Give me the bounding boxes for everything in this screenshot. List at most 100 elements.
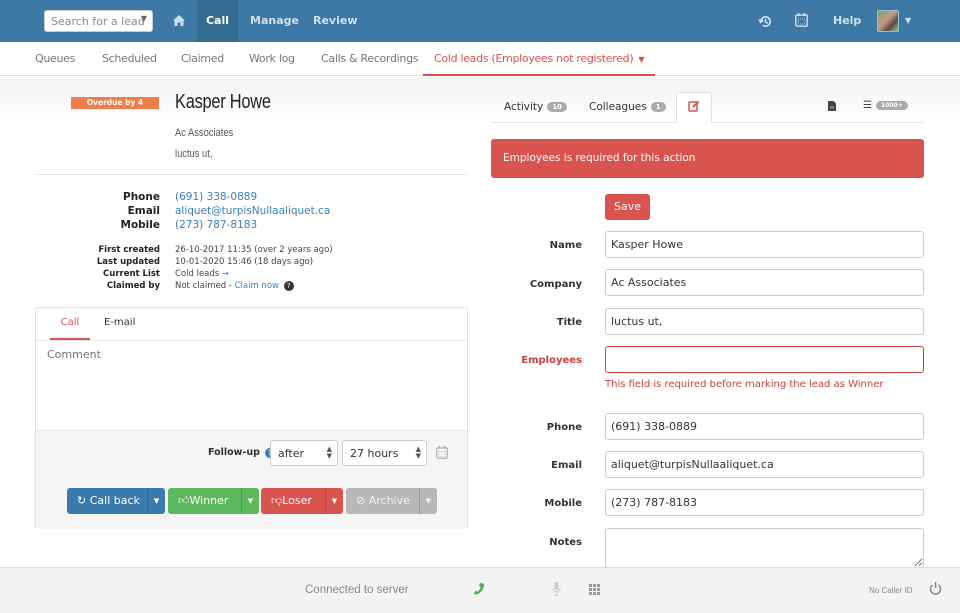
- loser-button-group: 👎︎Loser ▼: [261, 488, 343, 514]
- callback-button-group: ↻ Call back ▼: [67, 488, 165, 514]
- subnav-scheduled[interactable]: Scheduled: [102, 42, 157, 76]
- mic-button[interactable]: [552, 582, 561, 599]
- phone-link[interactable]: (691) 338-0889: [175, 191, 257, 203]
- mobile-link[interactable]: (273) 787-8183: [175, 219, 257, 231]
- connection-status: Connected to server: [305, 584, 409, 596]
- email-field-label: Email: [551, 460, 582, 471]
- nav-home[interactable]: [166, 0, 192, 42]
- loser-dropdown[interactable]: ▼: [325, 488, 343, 514]
- subnav-work-log[interactable]: Work log: [249, 42, 295, 76]
- tab-colleagues[interactable]: Colleagues 1: [589, 101, 666, 113]
- power-button[interactable]: [929, 582, 942, 598]
- arrow-right-icon[interactable]: →: [222, 269, 229, 279]
- notes-textarea[interactable]: [605, 528, 924, 568]
- employees-input[interactable]: [605, 346, 924, 373]
- history-button[interactable]: [758, 0, 773, 42]
- employees-error-text: This field is required before marking th…: [605, 379, 884, 390]
- name-input[interactable]: [605, 231, 924, 258]
- notes-label: Notes: [549, 537, 582, 548]
- winner-button[interactable]: 👍︎Winner: [168, 488, 241, 514]
- email-input[interactable]: [605, 451, 924, 478]
- tab-email[interactable]: E-mail: [104, 317, 135, 339]
- subnav-queues[interactable]: Queues: [35, 42, 75, 76]
- sub-navbar: Queues Scheduled Claimed Work log Calls …: [0, 42, 960, 76]
- winner-dropdown[interactable]: ▼: [241, 488, 259, 514]
- title-label: Title: [556, 317, 582, 328]
- title-input[interactable]: [605, 308, 924, 335]
- tab-email-label: E-mail: [104, 317, 136, 328]
- nav-review[interactable]: Review: [313, 0, 358, 42]
- tab-activity-label: Activity: [504, 101, 544, 113]
- user-avatar[interactable]: [877, 10, 899, 32]
- phone-input[interactable]: [605, 413, 924, 440]
- callback-label: Call back: [89, 494, 140, 507]
- claimed-by-value: Not claimed - Claim now ?: [175, 281, 294, 291]
- email-link[interactable]: aliquet@turpisNullaaliquet.ca: [175, 205, 330, 217]
- archive-dropdown[interactable]: ▼: [419, 488, 437, 514]
- mobile-label: Mobile: [120, 219, 161, 231]
- subnav-claimed[interactable]: Claimed: [181, 42, 224, 76]
- followup-mode-select[interactable]: after ▲ ▼: [270, 440, 338, 466]
- subnav-calls-recordings[interactable]: Calls & Recordings: [321, 42, 418, 76]
- microphone-icon: [552, 582, 561, 596]
- claim-now-link[interactable]: Claim now: [235, 281, 279, 291]
- question-icon[interactable]: ?: [283, 281, 294, 291]
- callback-dropdown[interactable]: ▼: [147, 488, 165, 514]
- search-placeholder: Search for a lead: [51, 15, 145, 28]
- archive-button[interactable]: ⊘ Archive: [346, 488, 419, 514]
- list-button[interactable]: ☰ 1000+: [863, 100, 908, 111]
- edit-icon: [688, 100, 700, 112]
- subnav-cold-leads[interactable]: Cold leads (Employees not registered) ▼: [423, 42, 656, 76]
- list-icon: ☰: [863, 100, 872, 111]
- power-icon: [929, 582, 942, 595]
- lead-search-input[interactable]: Search for a lead ▼: [44, 10, 153, 32]
- phone-field-label: Phone: [546, 422, 582, 433]
- chevron-down-icon: ▼: [247, 497, 254, 505]
- save-button[interactable]: Save: [605, 194, 650, 220]
- loser-button[interactable]: 👎︎Loser: [261, 488, 325, 514]
- followup-mode-value: after: [278, 447, 305, 460]
- employees-label: Employees: [521, 355, 582, 366]
- followup-delay-select[interactable]: 27 hours ▲ ▼: [342, 440, 427, 466]
- current-list-text: Cold leads: [175, 269, 220, 279]
- select-arrows-icon: ▲ ▼: [415, 445, 421, 460]
- phone-button[interactable]: [472, 582, 485, 599]
- tab-edit[interactable]: [676, 92, 712, 123]
- caller-id: No Caller ID: [869, 586, 913, 595]
- callback-button[interactable]: ↻ Call back: [67, 488, 147, 514]
- tab-colleagues-label: Colleagues: [589, 101, 647, 113]
- history-icon: [758, 15, 772, 27]
- chevron-down-icon: ▼: [140, 14, 147, 23]
- mobile-input[interactable]: [605, 489, 924, 516]
- tab-activity[interactable]: Activity 10: [504, 101, 568, 113]
- top-navbar: Search for a lead ▼ Call Manage Review H…: [0, 0, 960, 42]
- document-button[interactable]: [828, 101, 836, 114]
- company-input[interactable]: [605, 269, 924, 296]
- mobile-field-label: Mobile: [544, 498, 582, 509]
- keypad-button[interactable]: [589, 584, 600, 598]
- last-updated-label: Last updated: [96, 257, 160, 267]
- first-created-label: First created: [98, 245, 160, 255]
- help-link[interactable]: Help: [833, 0, 861, 42]
- lead-company: Ac Associates: [175, 127, 234, 139]
- document-icon: [828, 101, 836, 111]
- claimed-by-label: Claimed by: [106, 281, 160, 291]
- calendar-button[interactable]: [795, 0, 811, 42]
- nav-call[interactable]: Call: [197, 0, 238, 42]
- nav-review-label: Review: [313, 14, 358, 27]
- home-icon: [173, 15, 185, 26]
- tab-call[interactable]: Call: [50, 317, 90, 340]
- nav-manage-label: Manage: [250, 14, 299, 27]
- chevron-down-icon[interactable]: ▼: [905, 0, 911, 42]
- error-alert: Employees is required for this action: [491, 139, 924, 178]
- current-list-value[interactable]: Cold leads →: [175, 269, 229, 279]
- chevron-down-icon: ▼: [153, 497, 160, 505]
- select-arrows-icon: ▲ ▼: [326, 445, 332, 460]
- company-label: Company: [529, 279, 582, 290]
- followup-calendar-button[interactable]: [436, 446, 448, 462]
- nav-manage[interactable]: Manage: [250, 0, 299, 42]
- divider: [35, 174, 467, 175]
- thumbs-up-icon: 👍︎: [178, 494, 190, 507]
- comment-textarea[interactable]: [36, 341, 467, 430]
- lead-name: Kasper Howe: [175, 91, 271, 113]
